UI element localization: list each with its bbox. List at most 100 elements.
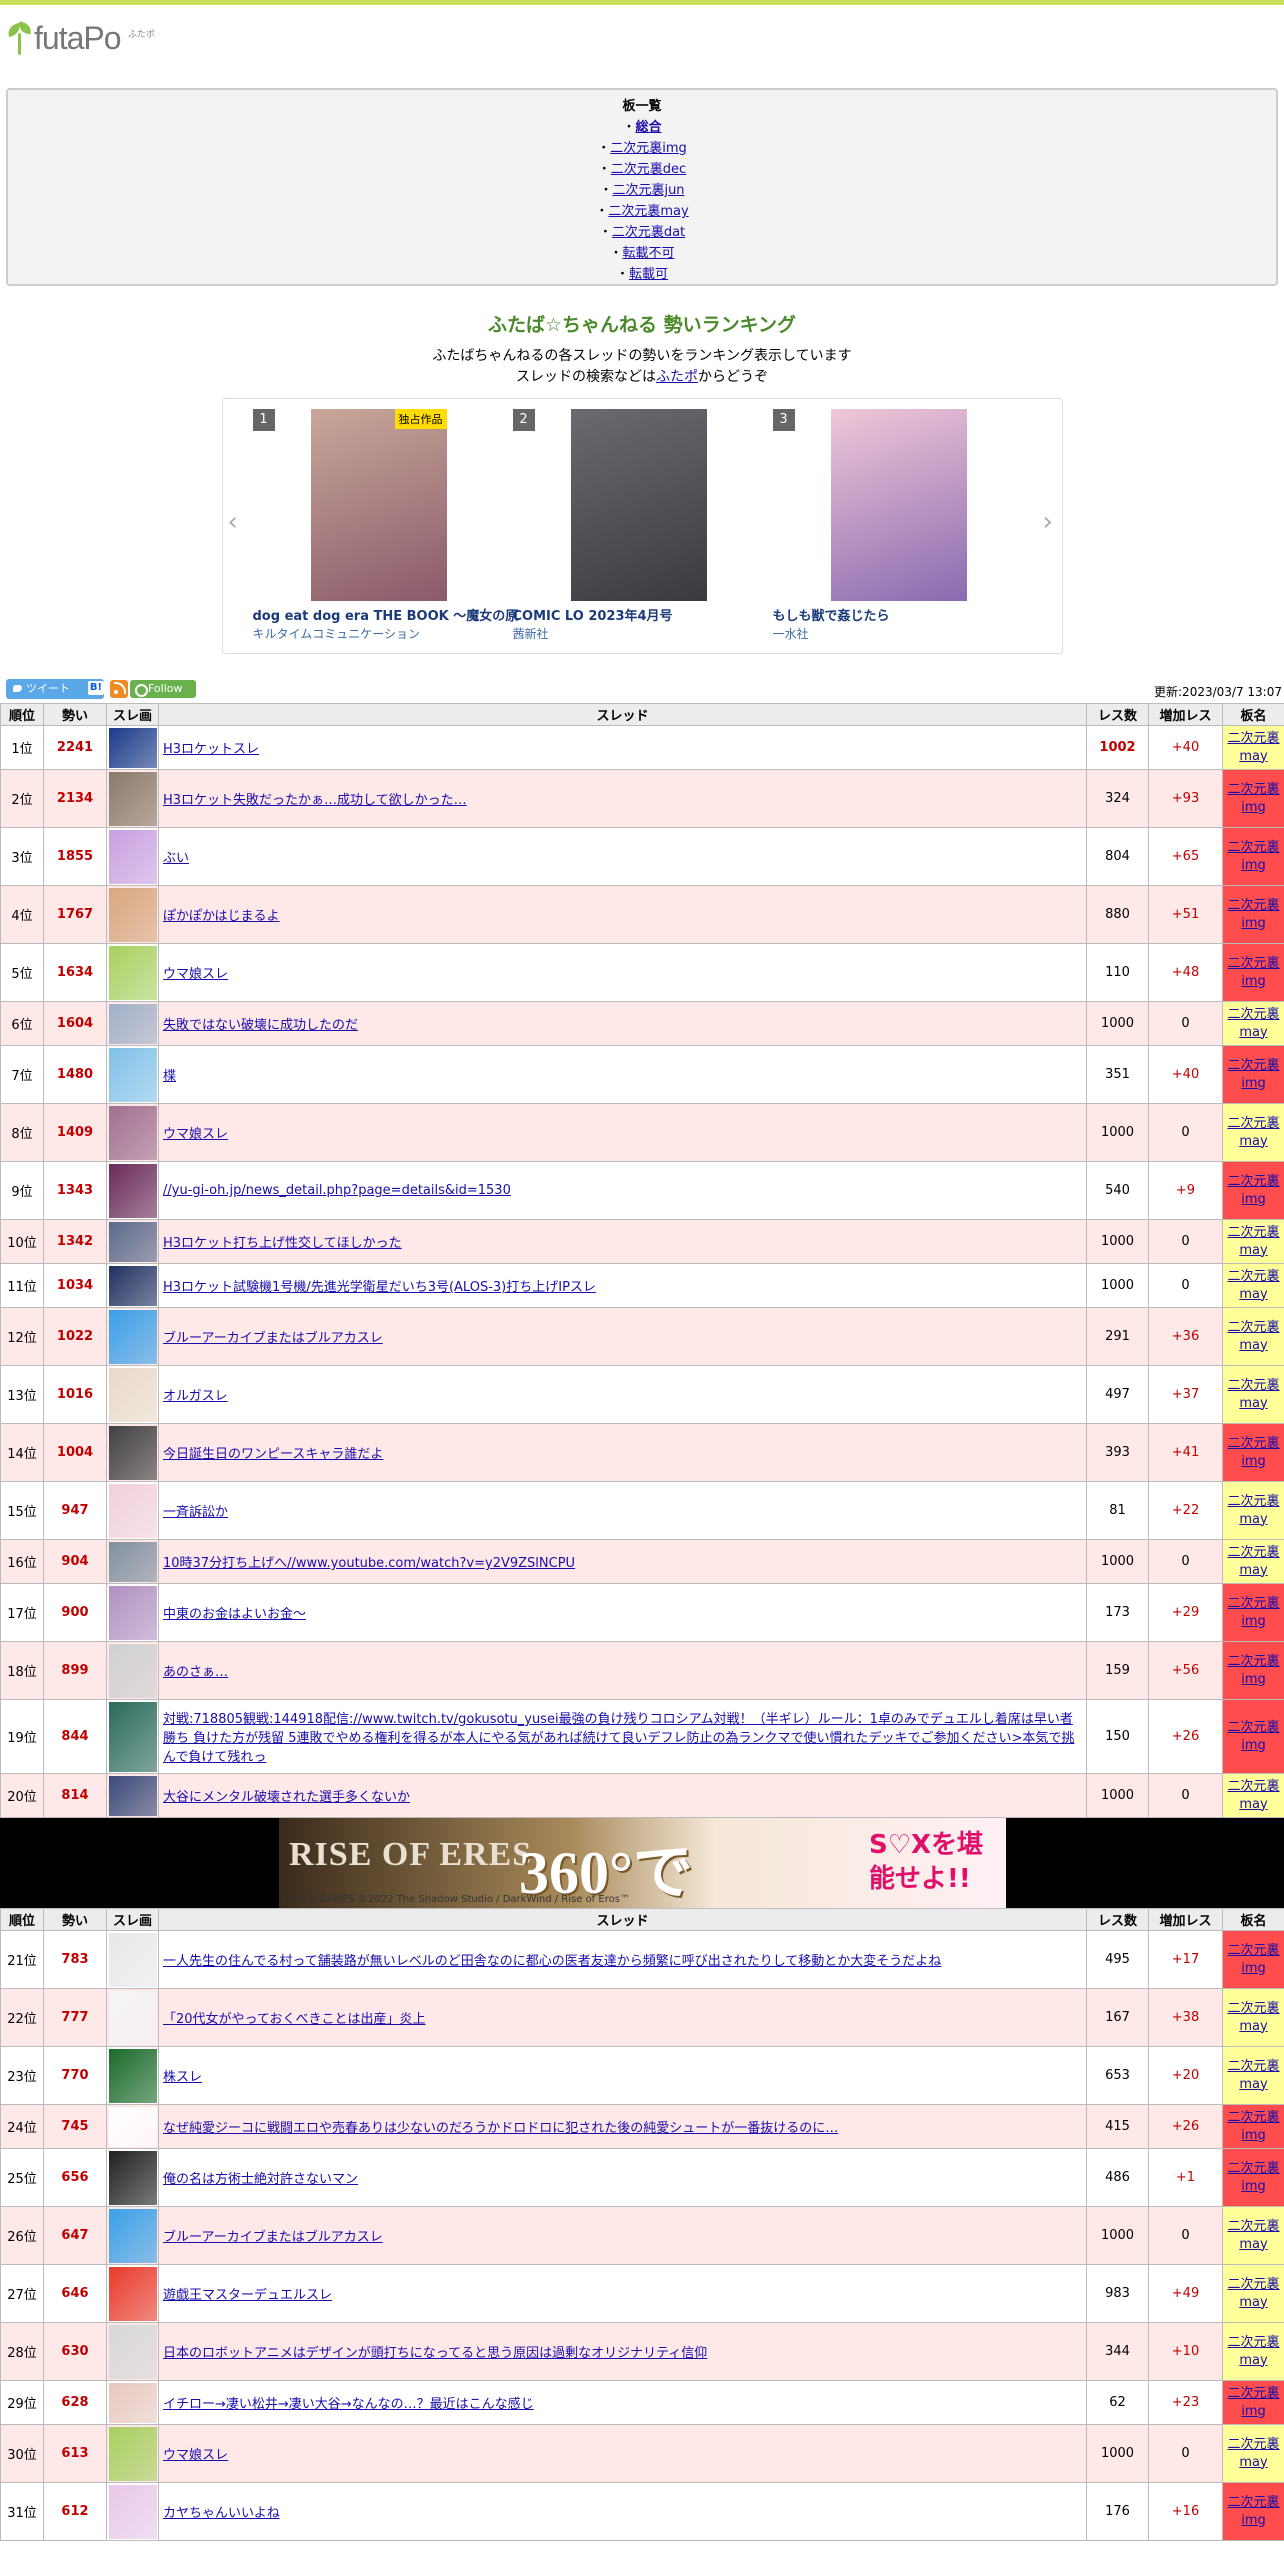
board-name-link[interactable]: img: [1223, 1960, 1284, 1978]
board-name-link[interactable]: may: [1223, 1511, 1284, 1529]
thumbnail-cell[interactable]: [106, 1481, 159, 1540]
board-link[interactable]: 二次元裏dec: [611, 162, 686, 177]
thread-link[interactable]: あのさぁ…: [163, 1665, 228, 1680]
board-name-link[interactable]: may: [1223, 1242, 1284, 1260]
thread-link[interactable]: なぜ純愛ジーコに戦闘エロや売春ありは少ないのだろうかドロドロに犯された後の純愛シ…: [163, 2121, 838, 2136]
thread-thumbnail[interactable]: [108, 2484, 157, 2539]
thumbnail-cell[interactable]: [106, 2264, 159, 2323]
carousel-prev-icon[interactable]: ‹: [228, 509, 242, 535]
thumbnail-cell[interactable]: [106, 769, 159, 828]
board-link[interactable]: 二次元裏img: [610, 141, 687, 156]
thread-thumbnail[interactable]: [108, 2150, 157, 2205]
board-name-link[interactable]: img: [1223, 799, 1284, 817]
board-name-link[interactable]: 二次元裏: [1223, 1006, 1284, 1024]
thread-link[interactable]: ウマ娘スレ: [163, 2448, 228, 2463]
thumbnail-cell[interactable]: [106, 885, 159, 944]
board-link[interactable]: 総合: [636, 120, 662, 135]
board-name-link[interactable]: may: [1223, 1286, 1284, 1304]
thumbnail-cell[interactable]: [106, 1263, 159, 1308]
carousel-item-title[interactable]: もしも獣で姦じたら: [773, 605, 890, 624]
thread-link[interactable]: 楪: [163, 1069, 176, 1084]
board-name-link[interactable]: 二次元裏: [1223, 1544, 1284, 1562]
thread-link[interactable]: カヤちゃんいいよね: [163, 2506, 280, 2521]
thread-link[interactable]: イチロー→凄い松井→凄い大谷→なんなの…？最近はこんな感じ: [163, 2397, 534, 2412]
thread-link[interactable]: 大谷にメンタル破壊された選手多くないか: [163, 1790, 410, 1805]
carousel-item-title[interactable]: COMIC LO 2023年4月号: [513, 605, 673, 624]
thumbnail-cell[interactable]: [106, 1045, 159, 1104]
board-name-link[interactable]: img: [1223, 2512, 1284, 2530]
thread-link[interactable]: H3ロケットスレ: [163, 742, 259, 757]
thumbnail-cell[interactable]: [106, 1103, 159, 1162]
thread-link[interactable]: 日本のロボットアニメはデザインが頭打ちになってると思う原因は過剰なオリジナリティ…: [163, 2346, 707, 2361]
thread-thumbnail[interactable]: [108, 771, 157, 826]
thread-thumbnail[interactable]: [108, 1047, 157, 1102]
thumbnail-cell[interactable]: [106, 1930, 159, 1989]
board-name-link[interactable]: may: [1223, 1796, 1284, 1814]
thumbnail-cell[interactable]: [106, 1219, 159, 1264]
board-name-link[interactable]: 二次元裏: [1223, 2334, 1284, 2352]
carousel-cover-image[interactable]: [830, 409, 967, 601]
board-name-link[interactable]: img: [1223, 1191, 1284, 1209]
thread-thumbnail[interactable]: [108, 2426, 157, 2481]
thread-thumbnail[interactable]: [108, 1309, 157, 1364]
board-name-link[interactable]: 二次元裏: [1223, 1493, 1284, 1511]
board-name-link[interactable]: img: [1223, 1737, 1284, 1755]
futapo-link[interactable]: ふたポ: [656, 369, 698, 385]
board-name-link[interactable]: 二次元裏: [1223, 1057, 1284, 1075]
follow-button[interactable]: Follow: [130, 680, 196, 698]
thread-link[interactable]: 株スレ: [163, 2070, 202, 2085]
board-name-link[interactable]: 二次元裏: [1223, 2218, 1284, 2236]
thread-link[interactable]: 今日誕生日のワンピースキャラ誰だよ: [163, 1447, 383, 1462]
board-name-link[interactable]: 二次元裏: [1223, 1115, 1284, 1133]
ad-image[interactable]: RISE OF ERES 360°で S♡Xを堪能せよ!! FANZA GAME…: [279, 1818, 1006, 1908]
hatena-bookmark-button[interactable]: B!: [88, 681, 104, 695]
thread-thumbnail[interactable]: [108, 1003, 157, 1044]
board-name-link[interactable]: 二次元裏: [1223, 730, 1284, 748]
board-name-link[interactable]: may: [1223, 2454, 1284, 2472]
thread-thumbnail[interactable]: [108, 945, 157, 1000]
thread-link[interactable]: 「20代女がやっておくべきことは出産」炎上: [163, 2012, 426, 2027]
board-name-link[interactable]: 二次元裏: [1223, 1719, 1284, 1737]
thumbnail-cell[interactable]: [106, 943, 159, 1002]
board-name-link[interactable]: may: [1223, 1337, 1284, 1355]
board-link[interactable]: 二次元裏jun: [612, 183, 684, 198]
board-name-link[interactable]: 二次元裏: [1223, 2436, 1284, 2454]
board-name-link[interactable]: 二次元裏: [1223, 1778, 1284, 1796]
thread-link[interactable]: ブルーアーカイブまたはブルアカスレ: [163, 1331, 383, 1346]
board-name-link[interactable]: img: [1223, 915, 1284, 933]
thread-thumbnail[interactable]: [108, 1990, 157, 2045]
thumbnail-cell[interactable]: [106, 1423, 159, 1482]
thread-link[interactable]: ウマ娘スレ: [163, 967, 228, 982]
thread-thumbnail[interactable]: [108, 1425, 157, 1480]
thread-thumbnail[interactable]: [108, 1701, 157, 1772]
carousel-cover-image[interactable]: 独占作品: [310, 409, 447, 601]
thread-link[interactable]: ぶい: [163, 851, 189, 866]
board-name-link[interactable]: img: [1223, 857, 1284, 875]
thread-link[interactable]: H3ロケット打ち上げ性交してほしかった: [163, 1236, 402, 1251]
thumbnail-cell[interactable]: [106, 2424, 159, 2483]
board-name-link[interactable]: may: [1223, 748, 1284, 766]
board-name-link[interactable]: img: [1223, 1613, 1284, 1631]
board-name-link[interactable]: 二次元裏: [1223, 1653, 1284, 1671]
board-name-link[interactable]: img: [1223, 1453, 1284, 1471]
thread-thumbnail[interactable]: [108, 1483, 157, 1538]
board-name-link[interactable]: may: [1223, 1133, 1284, 1151]
thread-link[interactable]: 一人先生の住んでる村って舗装路が無いレベルのど田舎なのに都心の医者友達から頻繁に…: [163, 1954, 941, 1969]
board-name-link[interactable]: may: [1223, 1562, 1284, 1580]
thread-link[interactable]: ウマ娘スレ: [163, 1127, 228, 1142]
thread-thumbnail[interactable]: [108, 1367, 157, 1422]
board-list-panel[interactable]: 板一覧 ・総合 ・二次元裏img ・二次元裏dec ・二次元裏jun ・二次元裏may ・…: [6, 88, 1278, 286]
board-name-link[interactable]: 二次元裏: [1223, 1224, 1284, 1242]
thread-thumbnail[interactable]: [108, 2324, 157, 2379]
thread-thumbnail[interactable]: [108, 1585, 157, 1640]
thread-link[interactable]: ブルーアーカイブまたはブルアカスレ: [163, 2230, 383, 2245]
ad-banner[interactable]: RISE OF ERES 360°で S♡Xを堪能せよ!! FANZA GAME…: [0, 1818, 1284, 1908]
thumbnail-cell[interactable]: [106, 2380, 159, 2425]
thread-thumbnail[interactable]: [108, 2266, 157, 2321]
thumbnail-cell[interactable]: [106, 1365, 159, 1424]
thread-thumbnail[interactable]: [108, 1265, 157, 1306]
carousel-cover-image[interactable]: [570, 409, 707, 601]
board-name-link[interactable]: 二次元裏: [1223, 897, 1284, 915]
board-name-link[interactable]: 二次元裏: [1223, 2058, 1284, 2076]
thumbnail-cell[interactable]: [106, 1773, 159, 1818]
